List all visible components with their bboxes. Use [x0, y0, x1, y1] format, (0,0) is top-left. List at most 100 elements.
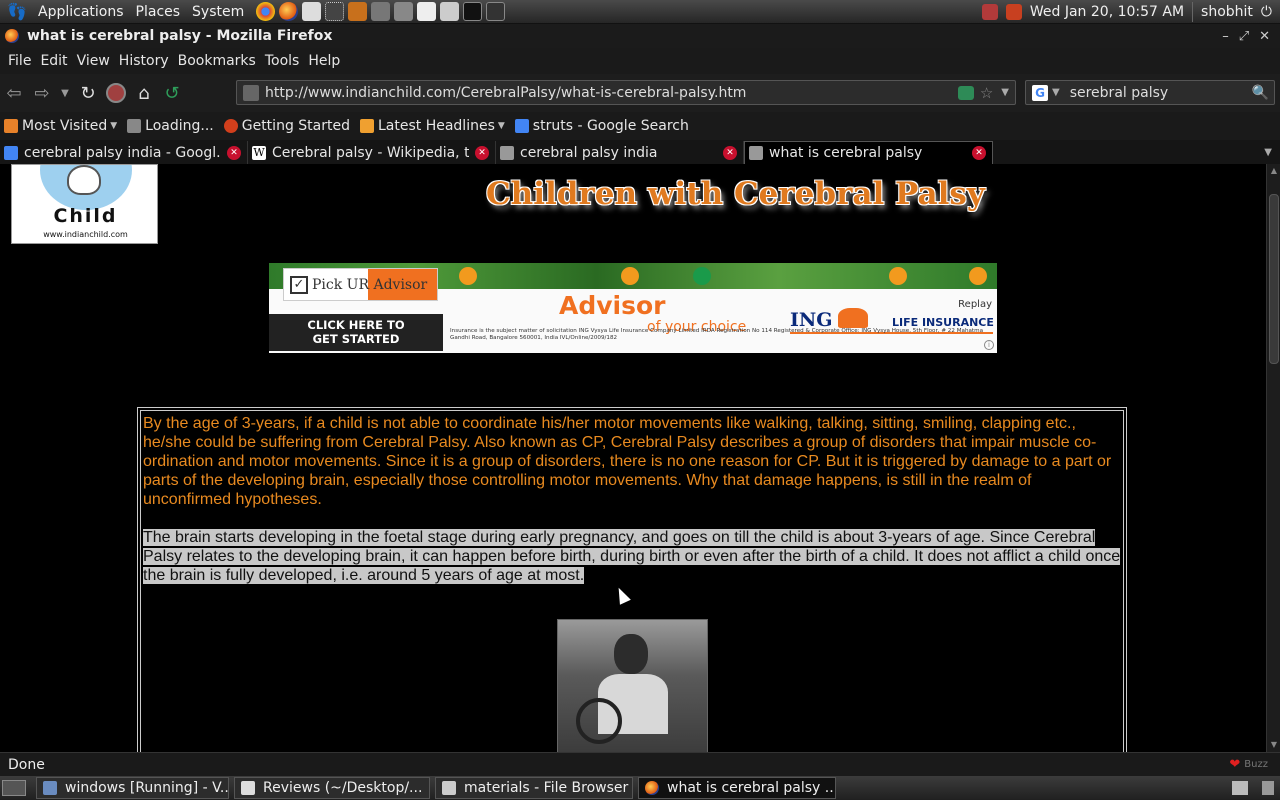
- buzz-addon[interactable]: ❤ Buzz: [1229, 757, 1268, 772]
- scroll-down-icon[interactable]: ▼: [1267, 738, 1280, 752]
- bookmark-struts-search[interactable]: struts - Google Search: [514, 118, 689, 134]
- close-tab-icon[interactable]: ✕: [227, 145, 241, 160]
- back-button[interactable]: ⇦: [0, 79, 28, 107]
- bookmark-most-visited[interactable]: Most Visited ▼: [4, 118, 117, 134]
- addon-button[interactable]: ↺: [158, 79, 186, 107]
- banner-ad[interactable]: ✓ Pick UR Advisor CLICK HERE TO GET STAR…: [269, 263, 997, 353]
- user-menu[interactable]: shobhit: [1201, 4, 1253, 20]
- update-tray-icon[interactable]: [1005, 3, 1022, 20]
- url-bar[interactable]: http://www.indianchild.com/CerebralPalsy…: [236, 80, 1016, 105]
- navigation-toolbar: ⇦ ⇨ ▼ ↻ ⌂ ↺ http://www.indianchild.com/C…: [0, 74, 1280, 112]
- firefox-launcher-icon[interactable]: [279, 2, 299, 21]
- system-menu[interactable]: System: [186, 4, 250, 20]
- article-box: By the age of 3-years, if a child is not…: [137, 407, 1127, 752]
- menu-bookmarks[interactable]: Bookmarks: [174, 53, 261, 69]
- ad-pick-badge[interactable]: ✓ Pick UR Advisor: [283, 268, 438, 301]
- article-paragraph-2: The brain starts developing in the foeta…: [143, 528, 1123, 585]
- bookmarks-toolbar: Most Visited ▼ Loading... Getting Starte…: [0, 112, 1280, 140]
- vertical-scrollbar[interactable]: ▲ ▼: [1266, 164, 1280, 752]
- close-tab-icon[interactable]: ✕: [723, 145, 737, 160]
- task-label: materials - File Browser: [464, 780, 629, 796]
- bookmark-getting-started[interactable]: Getting Started: [223, 118, 350, 134]
- bookmark-loading[interactable]: Loading...: [127, 118, 214, 134]
- menu-help[interactable]: Help: [304, 53, 345, 69]
- menu-history[interactable]: History: [115, 53, 174, 69]
- task-virtualbox[interactable]: windows [Running] - V...: [36, 777, 229, 799]
- tab-google-search[interactable]: cerebral palsy india - Googl... ✕: [0, 141, 248, 164]
- power-icon[interactable]: ⏻: [1261, 4, 1272, 20]
- gnome-foot-icon[interactable]: 👣: [6, 1, 28, 23]
- places-menu[interactable]: Places: [130, 4, 187, 20]
- cube-launcher-icon[interactable]: [371, 2, 391, 21]
- forward-button[interactable]: ⇨: [28, 79, 56, 107]
- page-heading: Children with Cerebral Palsy: [486, 176, 985, 212]
- menu-file[interactable]: File: [4, 53, 36, 69]
- tab-what-is-cerebral-palsy[interactable]: what is cerebral palsy ✕: [744, 141, 993, 164]
- scroll-up-icon[interactable]: ▲: [1267, 164, 1280, 178]
- close-tab-icon[interactable]: ✕: [475, 145, 489, 160]
- chevron-down-icon: ▼: [497, 121, 505, 131]
- buzz-label: Buzz: [1244, 759, 1268, 770]
- maximize-icon[interactable]: ⤢: [1239, 29, 1249, 44]
- terminal-launcher-icon[interactable]: [463, 2, 483, 21]
- stop-button[interactable]: [102, 79, 130, 107]
- bookmark-label: Latest Headlines: [377, 118, 495, 134]
- chevron-down-icon: ▼: [61, 87, 69, 99]
- engine-dropdown-icon[interactable]: ▼: [1052, 87, 1060, 98]
- close-icon[interactable]: ✕: [1259, 29, 1270, 44]
- file-browser-icon: [442, 781, 456, 795]
- applications-menu[interactable]: Applications: [32, 4, 130, 20]
- scrollbar-thumb[interactable]: [1269, 194, 1279, 364]
- network-tray-icon[interactable]: [981, 3, 998, 20]
- bookmark-latest-headlines[interactable]: Latest Headlines ▼: [359, 118, 505, 134]
- eraser-launcher-icon[interactable]: [302, 2, 322, 21]
- menu-edit[interactable]: Edit: [36, 53, 72, 69]
- chrome-launcher-icon[interactable]: [256, 2, 276, 21]
- task-file-browser[interactable]: materials - File Browser: [435, 777, 633, 799]
- compiz-launcher-icon[interactable]: [325, 2, 345, 21]
- page-icon: [127, 119, 142, 133]
- ad-cta-button[interactable]: CLICK HERE TO GET STARTED: [269, 314, 443, 351]
- task-firefox[interactable]: what is cerebral palsy ...: [638, 777, 836, 799]
- mail-launcher-icon[interactable]: [417, 2, 437, 21]
- list-all-tabs-icon[interactable]: ▼: [1264, 147, 1280, 158]
- cut-launcher-icon[interactable]: [348, 2, 368, 21]
- tab-strip: cerebral palsy india - Googl... ✕ W Cere…: [0, 140, 1280, 164]
- bookmark-star-icon[interactable]: ☆: [980, 84, 993, 102]
- clock[interactable]: Wed Jan 20, 10:57 AM: [1030, 4, 1184, 20]
- show-desktop-icon[interactable]: [2, 780, 26, 796]
- task-reviews-folder[interactable]: Reviews (~/Desktop/...: [234, 777, 430, 799]
- workspace-switcher-icon[interactable]: [1232, 781, 1248, 795]
- reload-button[interactable]: ↻: [74, 79, 102, 107]
- home-button[interactable]: ⌂: [130, 79, 158, 107]
- url-input[interactable]: http://www.indianchild.com/CerebralPalsy…: [265, 85, 958, 101]
- stop-icon: [106, 83, 126, 103]
- feed-icon[interactable]: [957, 85, 974, 100]
- screenshot-launcher-icon[interactable]: [486, 2, 506, 21]
- window-titlebar[interactable]: what is cerebral palsy - Mozilla Firefox…: [0, 24, 1280, 48]
- site-logo[interactable]: Child www.indianchild.com: [11, 164, 158, 244]
- ad-replay-link[interactable]: Replay: [958, 299, 992, 310]
- notes-launcher-icon[interactable]: [440, 2, 460, 21]
- url-dropdown-icon[interactable]: ▼: [1001, 87, 1009, 98]
- menu-tools[interactable]: Tools: [261, 53, 305, 69]
- tab-cerebral-palsy-india[interactable]: cerebral palsy india ✕: [496, 141, 744, 164]
- ad-info-icon[interactable]: i: [984, 340, 994, 350]
- history-dropdown-button[interactable]: ▼: [56, 79, 74, 107]
- google-engine-icon[interactable]: G: [1032, 84, 1048, 101]
- close-tab-icon[interactable]: ✕: [972, 146, 986, 160]
- search-bar[interactable]: G ▼ serebral palsy 🔍: [1025, 80, 1275, 105]
- launchers: [256, 2, 506, 21]
- minimize-icon[interactable]: –: [1222, 29, 1229, 44]
- search-input[interactable]: serebral palsy: [1070, 85, 1252, 101]
- rss-icon: [359, 119, 374, 133]
- trash-icon[interactable]: [1262, 781, 1274, 795]
- download-launcher-icon[interactable]: [394, 2, 414, 21]
- tab-wikipedia[interactable]: W Cerebral palsy - Wikipedia, t... ✕: [248, 141, 496, 164]
- menu-view[interactable]: View: [73, 53, 115, 69]
- ad-advisor-text: Advisor: [559, 291, 666, 320]
- site-identity-icon[interactable]: [243, 84, 259, 101]
- google-icon: [514, 119, 529, 133]
- search-icon[interactable]: 🔍: [1252, 85, 1269, 101]
- firefox-icon: [5, 29, 19, 43]
